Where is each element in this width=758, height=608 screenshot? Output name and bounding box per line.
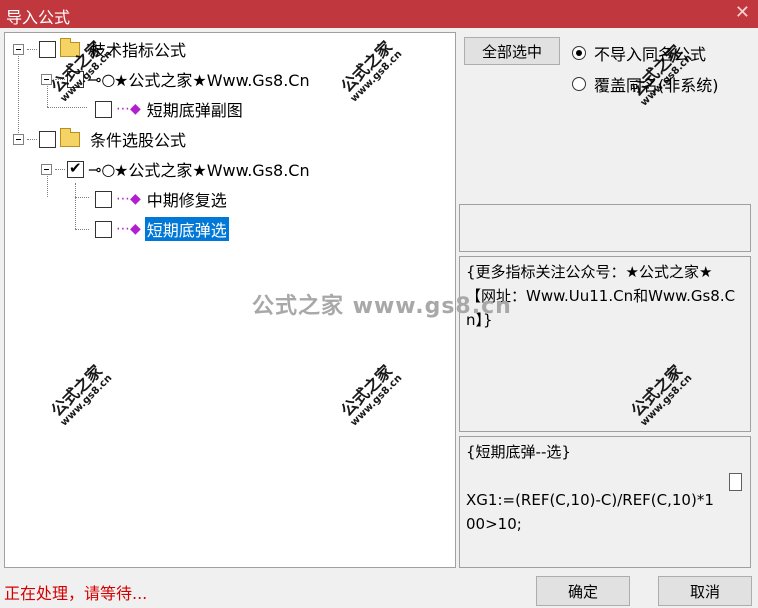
tree-node-label: ★公式之家★Www.Gs8.Cn [114, 71, 310, 90]
checkbox[interactable] [95, 190, 112, 208]
cancel-button[interactable]: 取消 [658, 576, 752, 606]
title-bar: 导入公式 ✕ [0, 0, 758, 28]
tree-line [75, 197, 89, 198]
select-all-button[interactable]: 全部选中 [464, 37, 560, 65]
tree-node-label: 中期修复选 [146, 191, 227, 210]
checkbox[interactable] [39, 40, 56, 58]
tree-line [75, 229, 89, 230]
tree-node-label: 短期底弹副图 [146, 101, 243, 120]
tree-node-formula[interactable]: ⋯◆ 中期修复选 [95, 187, 229, 211]
collapse-icon[interactable] [41, 163, 52, 175]
formula-text: {短期底弹--选} XG1:=(REF(C,10)-C)/REF(C,10)*1… [466, 443, 714, 533]
formula-panel[interactable]: {短期底弹--选} XG1:=(REF(C,10)-C)/REF(C,10)*1… [459, 436, 751, 568]
empty-panel [459, 204, 751, 252]
ok-button[interactable]: 确定 [536, 576, 630, 606]
tree-node-formula[interactable]: ⋯◆ 短期底弹副图 [95, 97, 245, 121]
tree-node-group[interactable]: ⊸○ ★公式之家★Www.Gs8.Cn [41, 157, 312, 181]
key-icon: ⊸○ [88, 159, 116, 179]
tree-branch [27, 138, 37, 140]
radio-button-selected[interactable] [572, 46, 586, 60]
status-text: 正在处理，请等待... [4, 584, 148, 603]
radio-button[interactable] [572, 77, 586, 91]
checkbox[interactable] [39, 130, 56, 148]
watermark-center: 公式之家 www.gs8.cn [252, 294, 512, 319]
formula-icon: ⋯◆ [116, 191, 141, 207]
formula-icon: ⋯◆ [116, 101, 141, 117]
checkbox[interactable] [95, 220, 112, 238]
tree-branch [27, 48, 37, 50]
folder-icon [60, 127, 80, 147]
tree-node-formula[interactable]: ⋯◆ 短期底弹选 [95, 217, 229, 241]
tree-node-label: 条件选股公式 [90, 131, 187, 150]
formula-icon: ⋯◆ [116, 221, 141, 237]
checkbox[interactable] [95, 100, 112, 118]
tree-node-label: ★公式之家★Www.Gs8.Cn [114, 161, 310, 180]
tree-line [47, 107, 87, 108]
collapse-icon[interactable] [13, 133, 24, 145]
checkbox-checked[interactable] [67, 159, 84, 178]
scroll-box[interactable] [729, 473, 742, 491]
tree-node-stock-selection[interactable]: 条件选股公式 [13, 127, 188, 151]
tree-branch [55, 168, 65, 170]
description-panel: {更多指标关注公众号：★公式之家★ 【网址：Www.Uu11.Cn和Www.Gs… [459, 256, 751, 432]
close-icon[interactable]: ✕ [735, 2, 750, 23]
tree-line [75, 183, 76, 229]
tree-node-label-selected: 短期底弹选 [144, 217, 229, 241]
collapse-icon[interactable] [13, 43, 24, 55]
window-title: 导入公式 [6, 8, 71, 27]
